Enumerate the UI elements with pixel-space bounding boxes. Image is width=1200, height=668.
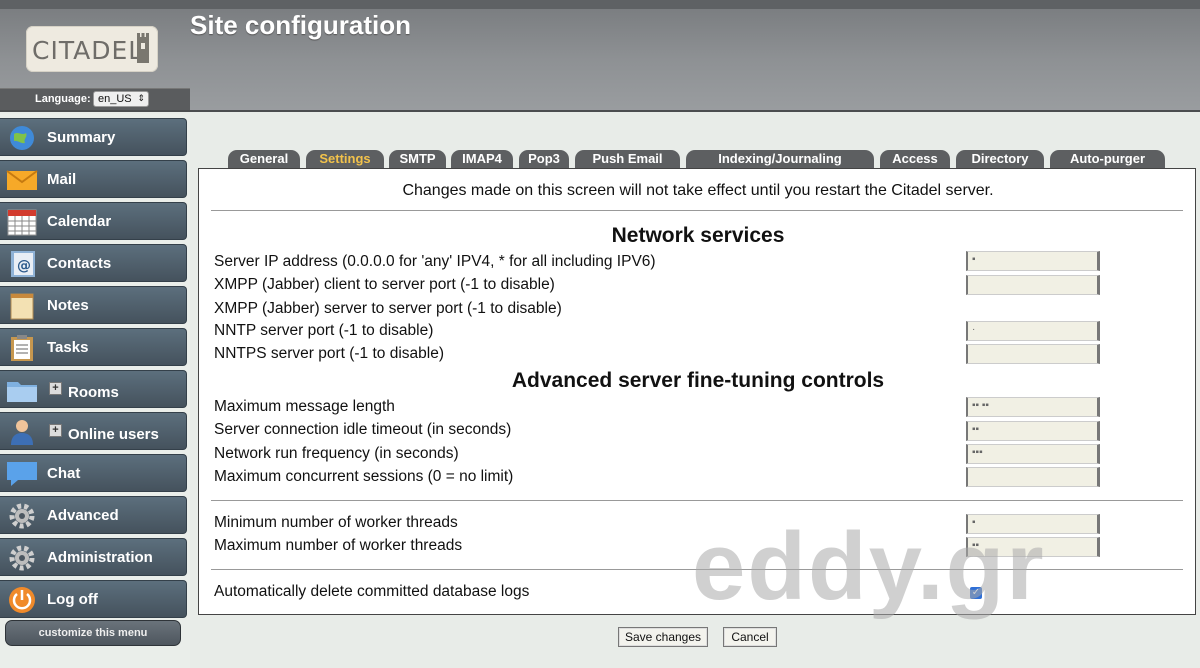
sidebar-item-label: Mail: [47, 171, 77, 188]
gear-icon: [9, 503, 35, 529]
nntps-port-input[interactable]: [966, 344, 1100, 364]
xmpp-client-port-input[interactable]: [966, 275, 1100, 295]
max-sessions-input[interactable]: [966, 467, 1100, 487]
user-icon: [11, 420, 33, 445]
label-nntp-port: NNTP server port (-1 to disable): [214, 322, 434, 339]
network-run-frequency-input[interactable]: ▪▪▪: [966, 444, 1100, 464]
sidebar-item-calendar[interactable]: Calendar: [0, 202, 187, 240]
language-select[interactable]: en_US ⇕: [93, 91, 149, 107]
label-network-run-frequency: Network run frequency (in seconds): [214, 445, 459, 462]
sidebar-item-online-users[interactable]: + Online users: [0, 412, 187, 450]
label-idle-timeout: Server connection idle timeout (in secon…: [214, 421, 512, 438]
language-label: Language:: [35, 93, 91, 105]
envelope-icon: [6, 170, 38, 190]
page-title: Site configuration: [190, 10, 411, 40]
power-icon: [9, 587, 35, 613]
expand-plus-icon[interactable]: +: [49, 424, 62, 437]
sidebar-item-label: Tasks: [47, 339, 89, 356]
gear-icon: [9, 545, 35, 571]
divider: [211, 210, 1183, 211]
top-banner: CITADEL Language: en_US ⇕ Site configura…: [0, 0, 1200, 112]
sidebar-item-label: Notes: [47, 297, 89, 314]
select-arrows-icon: ⇕: [137, 93, 145, 103]
folder-icon: [7, 382, 37, 402]
sidebar-item-advanced[interactable]: Advanced: [0, 496, 187, 534]
watermark: eddy.gr: [692, 513, 1046, 620]
sidebar-item-label: Online users: [68, 426, 159, 443]
max-message-length-input[interactable]: ▪▪ ▪▪: [966, 397, 1100, 417]
sidebar-item-label: Chat: [47, 465, 81, 482]
label-server-ip: Server IP address (0.0.0.0 for 'any' IPV…: [214, 253, 656, 270]
notepad-icon: [10, 293, 34, 320]
sidebar-item-label: Log off: [47, 591, 98, 608]
sidebar-item-tasks[interactable]: Tasks: [0, 328, 187, 366]
sidebar-item-administration[interactable]: Administration: [0, 538, 187, 576]
nntp-port-input[interactable]: ·: [966, 321, 1100, 341]
save-changes-button[interactable]: Save changes: [618, 627, 708, 647]
label-xmpp-client-port: XMPP (Jabber) client to server port (-1 …: [214, 276, 555, 293]
svg-text:@: @: [17, 258, 31, 274]
sidebar-item-rooms[interactable]: + Rooms: [0, 370, 187, 408]
tab-imap4[interactable]: IMAP4: [451, 150, 513, 169]
calendar-icon: [7, 209, 37, 236]
tab-push-email[interactable]: Push Email: [575, 150, 680, 169]
sidebar-item-label: Summary: [47, 129, 116, 146]
label-auto-delete-logs: Automatically delete committed database …: [214, 583, 530, 600]
tab-settings[interactable]: Settings: [306, 150, 384, 169]
section-heading-advanced: Advanced server fine-tuning controls: [511, 369, 885, 392]
sidebar-item-mail[interactable]: Mail: [0, 160, 187, 198]
sidebar-item-contacts[interactable]: @ Contacts: [0, 244, 187, 282]
tab-indexing-journaling[interactable]: Indexing/Journaling: [686, 150, 874, 169]
clipboard-icon: [11, 335, 33, 361]
customize-menu-button[interactable]: customize this menu: [5, 620, 181, 646]
label-min-worker-threads: Minimum number of worker threads: [214, 514, 458, 531]
sidebar-item-label: Administration: [47, 549, 153, 566]
label-xmpp-server-port: XMPP (Jabber) server to server port (-1 …: [214, 300, 562, 317]
sidebar-item-summary[interactable]: Summary: [0, 118, 187, 156]
sidebar-item-notes[interactable]: Notes: [0, 286, 187, 324]
sidebar: Summary Mail Calendar @ Contacts Notes T…: [0, 114, 190, 668]
sidebar-item-label: Contacts: [47, 255, 112, 272]
label-max-message-length: Maximum message length: [214, 398, 395, 415]
expand-plus-icon[interactable]: +: [49, 382, 62, 395]
idle-timeout-input[interactable]: ▪▪: [966, 421, 1100, 441]
tab-access[interactable]: Access: [880, 150, 950, 169]
globe-icon: [10, 126, 34, 150]
language-value: en_US: [98, 93, 132, 105]
tab-directory[interactable]: Directory: [956, 150, 1044, 169]
tab-general[interactable]: General: [228, 150, 300, 169]
sidebar-item-label: Advanced: [47, 507, 119, 524]
logo-text: CITADEL: [32, 36, 144, 65]
citadel-logo[interactable]: CITADEL: [26, 26, 158, 72]
address-book-icon: @: [11, 251, 35, 277]
tab-auto-purger[interactable]: Auto-purger: [1050, 150, 1165, 169]
label-nntps-port: NNTPS server port (-1 to disable): [214, 345, 444, 362]
divider: [211, 500, 1183, 501]
chat-bubble-icon: [7, 462, 37, 486]
sidebar-item-label: Rooms: [68, 384, 119, 401]
section-heading-network: Network services: [611, 224, 785, 247]
sidebar-item-chat[interactable]: Chat: [0, 454, 187, 492]
cancel-button[interactable]: Cancel: [723, 627, 777, 647]
sidebar-item-log-off[interactable]: Log off: [0, 580, 187, 618]
server-ip-input[interactable]: ▪: [966, 251, 1100, 271]
tab-pop3[interactable]: Pop3: [519, 150, 569, 169]
language-row: Language: en_US ⇕: [0, 88, 190, 110]
tower-icon: [137, 33, 149, 63]
sidebar-item-label: Calendar: [47, 213, 112, 230]
label-max-worker-threads: Maximum number of worker threads: [214, 537, 463, 554]
label-max-sessions: Maximum concurrent sessions (0 = no limi…: [214, 468, 514, 485]
tab-smtp[interactable]: SMTP: [389, 150, 446, 169]
restart-notice: Changes made on this screen will not tak…: [402, 182, 994, 199]
